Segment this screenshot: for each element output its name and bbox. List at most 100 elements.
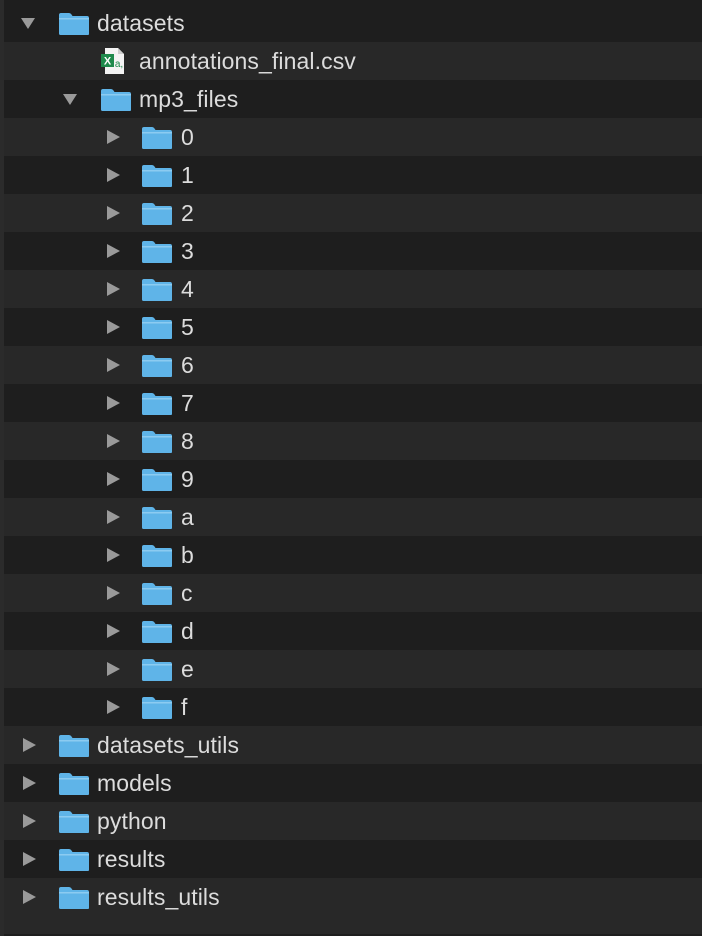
tree-row-datasets-utils[interactable]: datasets_utils — [4, 726, 702, 764]
chevron-right-icon[interactable] — [21, 889, 37, 905]
tree-item-label: 2 — [181, 200, 194, 226]
chevron-down-icon[interactable] — [20, 15, 36, 31]
file-tree: datasets Xa, annotations_final.csv mp3_f… — [0, 0, 702, 936]
svg-text:a,: a, — [115, 59, 123, 70]
tree-item-label: python — [97, 808, 167, 834]
tree-row-folder-b[interactable]: b — [4, 536, 702, 574]
tree-row-models[interactable]: models — [4, 764, 702, 802]
folder-icon — [141, 354, 173, 378]
tree-item-label: a — [181, 504, 194, 530]
folder-icon — [141, 544, 173, 568]
tree-item-label: c — [181, 580, 193, 606]
tree-row-folder-d[interactable]: d — [4, 612, 702, 650]
chevron-right-icon[interactable] — [105, 129, 121, 145]
tree-row-folder-7[interactable]: 7 — [4, 384, 702, 422]
tree-item-label: 6 — [181, 352, 194, 378]
chevron-right-icon[interactable] — [105, 509, 121, 525]
tree-item-label: datasets_utils — [97, 732, 240, 758]
chevron-right-icon[interactable] — [105, 395, 121, 411]
tree-row-folder-6[interactable]: 6 — [4, 346, 702, 384]
tree-row-folder-8[interactable]: 8 — [4, 422, 702, 460]
folder-icon — [58, 810, 90, 834]
tree-row-folder-9[interactable]: 9 — [4, 460, 702, 498]
chevron-right-icon[interactable] — [105, 433, 121, 449]
tree-item-label: 5 — [181, 314, 194, 340]
tree-item-label: e — [181, 656, 194, 682]
tree-item-label: mp3_files — [139, 86, 239, 112]
folder-icon — [58, 12, 90, 36]
tree-item-label: 7 — [181, 390, 194, 416]
tree-row-folder-e[interactable]: e — [4, 650, 702, 688]
folder-icon — [141, 240, 173, 264]
tree-row-results[interactable]: results — [4, 840, 702, 878]
folder-icon — [141, 696, 173, 720]
chevron-down-icon[interactable] — [62, 91, 78, 107]
chevron-right-icon[interactable] — [105, 661, 121, 677]
chevron-right-icon[interactable] — [105, 547, 121, 563]
tree-item-label: 4 — [181, 276, 194, 302]
chevron-right-icon[interactable] — [105, 205, 121, 221]
tree-item-label: f — [181, 694, 188, 720]
tree-item-label: annotations_final.csv — [139, 48, 356, 74]
tree-item-label: models — [97, 770, 172, 796]
tree-item-label: results_utils — [97, 884, 220, 910]
folder-icon — [58, 772, 90, 796]
tree-row-mp3-files[interactable]: mp3_files — [4, 80, 702, 118]
folder-icon — [141, 620, 173, 644]
chevron-right-icon[interactable] — [105, 471, 121, 487]
tree-row-python[interactable]: python — [4, 802, 702, 840]
empty-row — [4, 916, 702, 934]
folder-icon — [141, 126, 173, 150]
folder-icon — [58, 886, 90, 910]
folder-icon — [141, 658, 173, 682]
chevron-right-icon[interactable] — [105, 281, 121, 297]
folder-icon — [141, 316, 173, 340]
tree-rows: datasets Xa, annotations_final.csv mp3_f… — [4, 4, 702, 934]
chevron-right-icon[interactable] — [105, 623, 121, 639]
chevron-right-icon[interactable] — [105, 585, 121, 601]
folder-icon — [141, 202, 173, 226]
chevron-right-icon[interactable] — [105, 167, 121, 183]
tree-row-datasets[interactable]: datasets — [4, 4, 702, 42]
tree-row-folder-4[interactable]: 4 — [4, 270, 702, 308]
tree-item-label: results — [97, 846, 166, 872]
folder-icon — [141, 468, 173, 492]
chevron-right-icon[interactable] — [21, 775, 37, 791]
folder-icon — [141, 430, 173, 454]
tree-row-results-utils[interactable]: results_utils — [4, 878, 702, 916]
folder-icon — [141, 392, 173, 416]
folder-icon — [58, 848, 90, 872]
tree-row-folder-c[interactable]: c — [4, 574, 702, 612]
chevron-right-icon[interactable] — [105, 699, 121, 715]
folder-icon — [58, 734, 90, 758]
tree-item-label: 3 — [181, 238, 194, 264]
chevron-right-icon[interactable] — [21, 737, 37, 753]
tree-item-label: 9 — [181, 466, 194, 492]
tree-row-folder-5[interactable]: 5 — [4, 308, 702, 346]
folder-icon — [141, 278, 173, 302]
tree-row-folder-f[interactable]: f — [4, 688, 702, 726]
tree-row-folder-3[interactable]: 3 — [4, 232, 702, 270]
tree-item-label: b — [181, 542, 194, 568]
tree-item-label: 0 — [181, 124, 194, 150]
chevron-right-icon[interactable] — [21, 813, 37, 829]
tree-row-folder-a[interactable]: a — [4, 498, 702, 536]
tree-item-label: datasets — [97, 10, 185, 36]
folder-icon — [100, 88, 132, 112]
tree-row-folder-0[interactable]: 0 — [4, 118, 702, 156]
tree-row-folder-1[interactable]: 1 — [4, 156, 702, 194]
chevron-right-icon[interactable] — [105, 319, 121, 335]
folder-icon — [141, 164, 173, 188]
tree-item-label: d — [181, 618, 194, 644]
tree-item-label: 1 — [181, 162, 194, 188]
chevron-right-icon[interactable] — [105, 357, 121, 373]
tree-row-folder-2[interactable]: 2 — [4, 194, 702, 232]
chevron-right-icon[interactable] — [21, 851, 37, 867]
svg-text:X: X — [104, 56, 112, 68]
folder-icon — [141, 582, 173, 606]
folder-icon — [141, 506, 173, 530]
csv-file-icon: Xa, — [100, 47, 126, 75]
chevron-right-icon[interactable] — [105, 243, 121, 259]
tree-row-annotations-final-csv[interactable]: Xa, annotations_final.csv — [4, 42, 702, 80]
tree-item-label: 8 — [181, 428, 194, 454]
